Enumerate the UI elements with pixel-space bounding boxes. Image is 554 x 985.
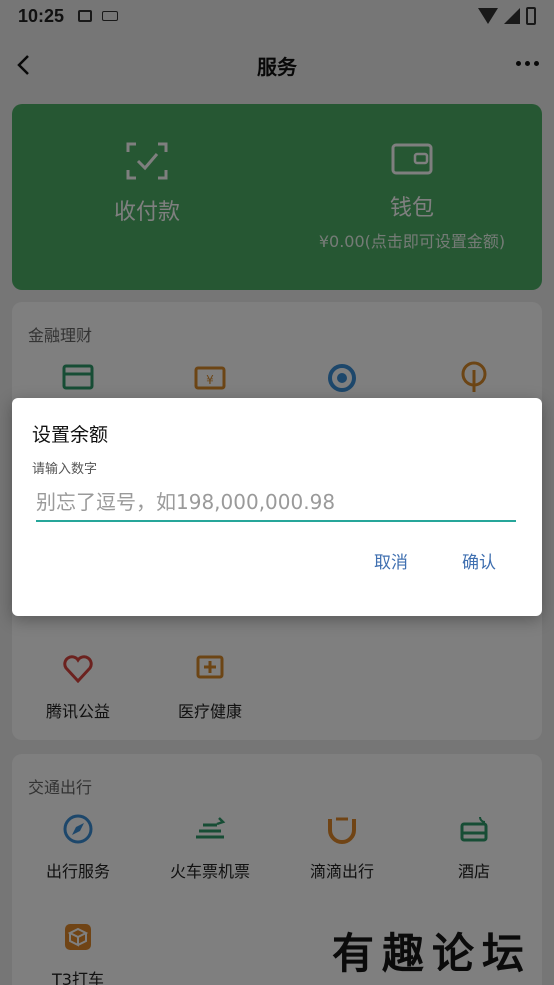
balance-input[interactable]	[36, 484, 516, 522]
confirm-button[interactable]: 确认	[462, 548, 496, 573]
dialog-title: 设置余额	[32, 424, 109, 446]
watermark: 有趣论坛	[331, 929, 532, 978]
cancel-button[interactable]: 取消	[374, 548, 408, 573]
set-balance-dialog: 设置余额 请输入数字 取消 确认	[12, 398, 542, 616]
dialog-hint: 请输入数字	[32, 462, 98, 477]
